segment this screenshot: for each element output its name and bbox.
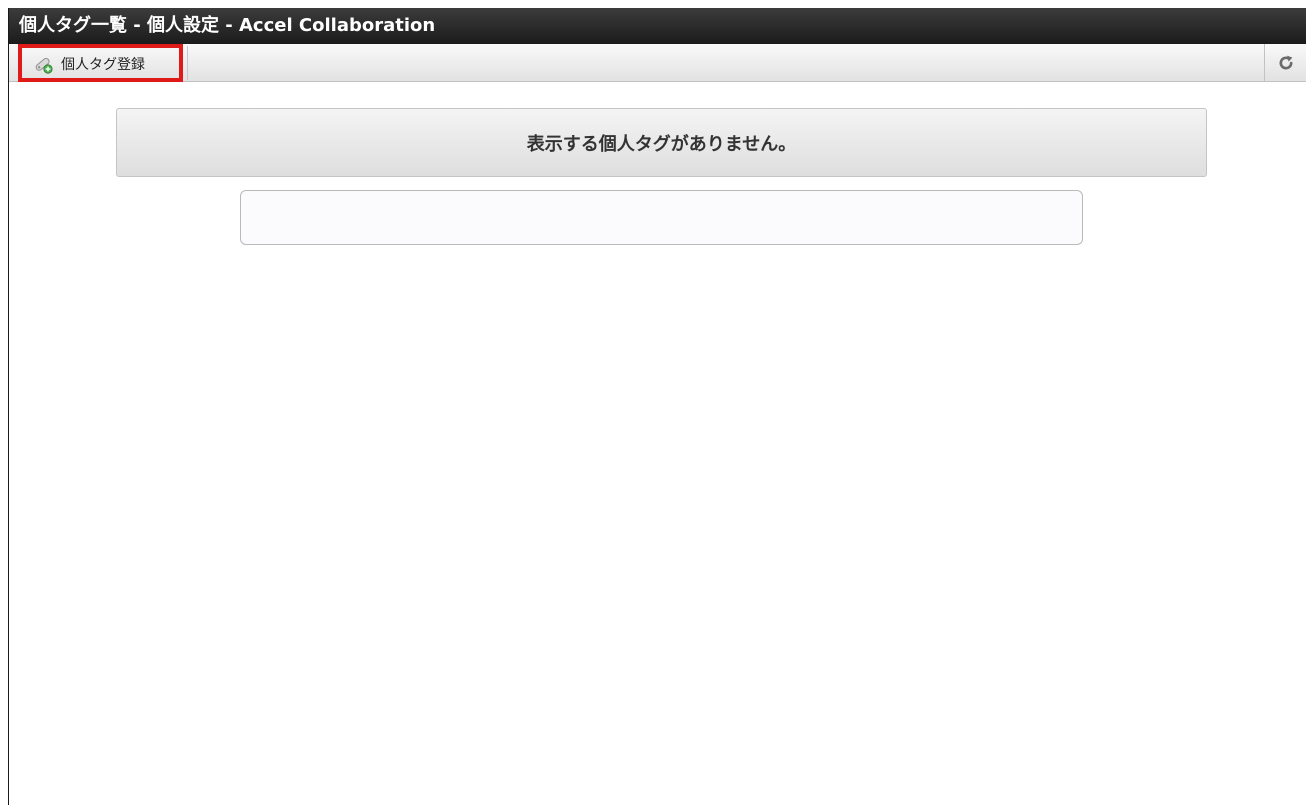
register-personal-tag-label: 個人タグ登録 <box>61 57 145 73</box>
register-personal-tag-button[interactable]: 個人タグ登録 <box>19 46 151 82</box>
tag-list-container <box>240 190 1083 245</box>
tag-add-icon <box>33 54 53 74</box>
window-titlebar: 個人タグ一覧 - 個人設定 - Accel Collaboration <box>9 8 1306 44</box>
app-frame: 個人タグ一覧 - 個人設定 - Accel Collaboration 個人タグ… <box>8 8 1306 805</box>
empty-message-panel: 表示する個人タグがありません。 <box>116 108 1207 177</box>
window-title: 個人タグ一覧 - 個人設定 - Accel Collaboration <box>19 15 436 36</box>
refresh-icon <box>1277 54 1295 72</box>
toolbar: 個人タグ登録 <box>9 44 1306 82</box>
refresh-button[interactable] <box>1264 44 1306 82</box>
empty-message-text: 表示する個人タグがありません。 <box>526 133 797 155</box>
toolbar-divider <box>187 46 188 80</box>
